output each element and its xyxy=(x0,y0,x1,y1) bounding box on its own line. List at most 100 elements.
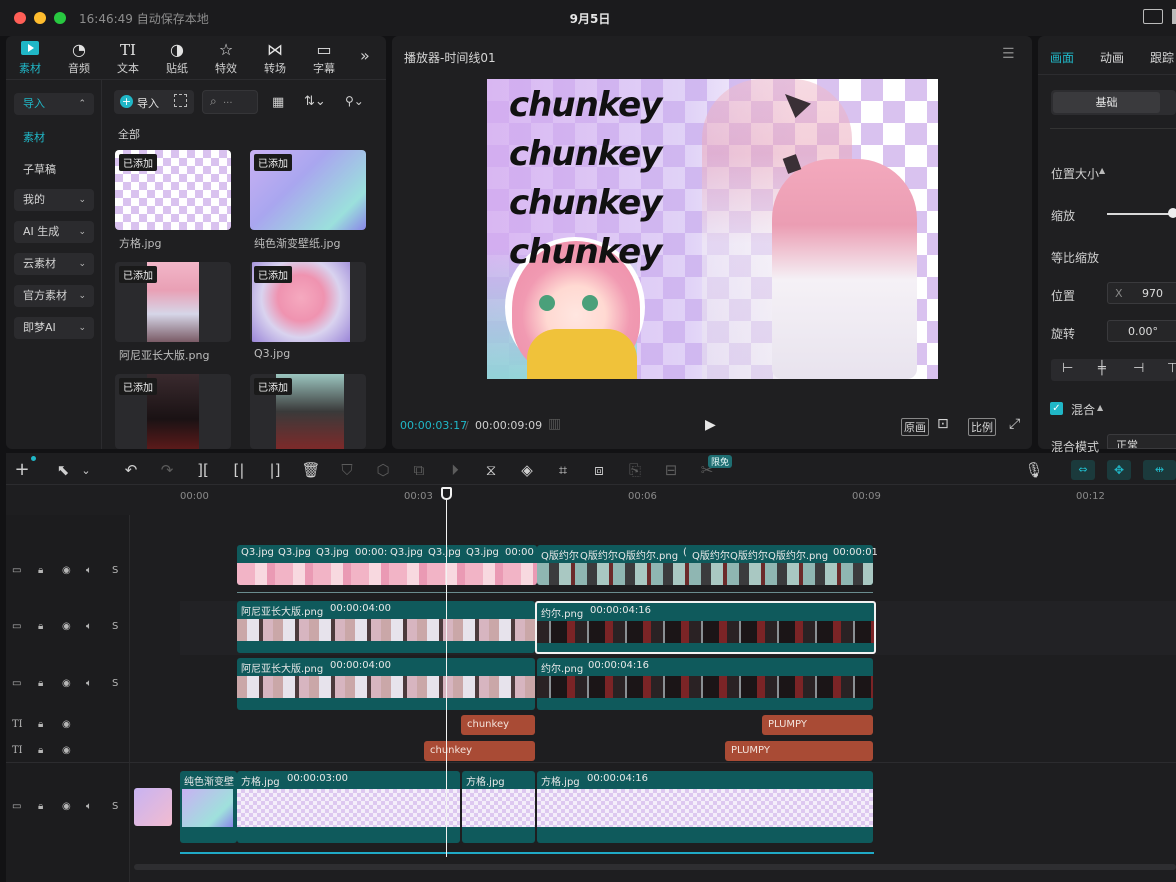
speaker-icon[interactable]: 🔈︎ xyxy=(86,621,92,632)
tab-sticker[interactable]: ◑ 贴纸 xyxy=(155,40,199,76)
eye-icon[interactable]: ◉ xyxy=(62,565,71,576)
tab-effects[interactable]: ☆ 特效 xyxy=(204,40,248,76)
timeline-ruler[interactable] xyxy=(180,488,1176,500)
sidebar-item-subdraft[interactable]: 子草稿 xyxy=(23,161,56,177)
delete-icon[interactable]: 🗑 xyxy=(300,461,322,479)
microphone-icon[interactable]: 🎙 xyxy=(1023,461,1045,479)
snap-toggle-icon[interactable]: ✥ xyxy=(1107,460,1131,480)
text-clip-chunkey[interactable]: chunkey xyxy=(461,715,535,735)
close-window-button[interactable] xyxy=(14,12,26,24)
tab-text[interactable]: TI 文本 xyxy=(106,40,150,76)
tab-transition[interactable]: ⋈ 转场 xyxy=(253,40,297,76)
solo-button[interactable]: S xyxy=(112,565,118,576)
blend-checkbox[interactable]: ✓ xyxy=(1050,402,1063,415)
lock-icon[interactable]: 🔒︎ xyxy=(38,621,43,632)
menu-icon[interactable]: ☰ xyxy=(1002,46,1015,62)
sidebar-item-jimeng[interactable]: 即梦AI ⌄ xyxy=(14,317,94,339)
eye-icon[interactable]: ◉ xyxy=(62,745,71,756)
eye-icon[interactable]: ◉ xyxy=(62,801,71,812)
rotation-field[interactable]: 0.00° xyxy=(1107,320,1176,342)
speaker-icon[interactable]: 🔈︎ xyxy=(86,801,92,812)
text-clip-plumpy[interactable]: PLUMPY xyxy=(762,715,873,735)
text-clip-chunkey-2[interactable]: chunkey xyxy=(424,741,535,761)
clip-anya-adult[interactable]: 阿尼亚长大版.png 00:00:04:00 xyxy=(237,601,535,653)
more-tabs-button[interactable]: » xyxy=(360,46,370,65)
original-quality-button[interactable]: 原画 xyxy=(901,418,929,436)
search-input[interactable]: ⌕ ... xyxy=(202,90,258,114)
eye-icon[interactable]: ◉ xyxy=(62,621,71,632)
view-mode-icon[interactable]: ▦ xyxy=(272,95,284,110)
blend-mode-select[interactable]: 正常 xyxy=(1107,434,1176,449)
chevron-down-icon[interactable]: ⌄ xyxy=(75,464,97,477)
select-tool-icon[interactable]: ⬉ xyxy=(52,461,74,479)
crop-icon[interactable]: ⌗ xyxy=(552,461,574,479)
playhead[interactable] xyxy=(446,491,447,857)
eye-icon[interactable]: ◉ xyxy=(62,719,71,730)
clip-gradient[interactable]: 纯色渐变壁 xyxy=(180,771,237,843)
sidebar-item-import[interactable]: 导入 ⌃ xyxy=(14,93,94,115)
section-position-size[interactable]: 位置大小 xyxy=(1051,165,1099,182)
plus-icon[interactable]: + xyxy=(120,95,133,108)
lock-icon[interactable]: 🔒︎ xyxy=(38,745,43,756)
scale-slider[interactable] xyxy=(1107,213,1176,215)
trim-right-icon[interactable]: |] xyxy=(264,461,286,479)
solo-button[interactable]: S xyxy=(112,678,118,689)
solo-button[interactable]: S xyxy=(112,621,118,632)
subtab-basic[interactable]: 基础 xyxy=(1053,92,1160,113)
speaker-icon[interactable]: 🔈︎ xyxy=(86,565,92,576)
waveform-icon[interactable]: ▥ xyxy=(548,416,561,432)
undo-icon[interactable]: ↶ xyxy=(120,461,142,479)
clip-grid-1[interactable]: 方格.jpg 00:00:03:00 xyxy=(237,771,460,843)
sidebar-item-cloud[interactable]: 云素材 ⌄ xyxy=(14,253,94,275)
keyboard-shortcuts-icon[interactable] xyxy=(1143,9,1163,24)
import-button[interactable]: 导入 xyxy=(137,95,159,111)
filter-icon[interactable]: ⚲⌄ xyxy=(345,94,364,108)
mirror-icon[interactable]: ⧖ xyxy=(480,461,502,479)
clip-yor-2[interactable]: 约尔.png 00:00:04:16 xyxy=(537,658,873,710)
sidebar-item-official[interactable]: 官方素材 ⌄ xyxy=(14,285,94,307)
preview-axis-icon[interactable]: ⇹ xyxy=(1143,460,1176,480)
speaker-icon[interactable]: 🔈︎ xyxy=(86,678,92,689)
align-center-icon[interactable]: ╪ xyxy=(1098,361,1106,376)
lock-icon[interactable]: 🔒︎ xyxy=(38,801,43,812)
solo-button[interactable]: S xyxy=(112,801,118,812)
split-icon[interactable]: ][ xyxy=(192,461,214,479)
play-icon[interactable]: ▶ xyxy=(705,417,716,433)
text-clip-plumpy-2[interactable]: PLUMPY xyxy=(725,741,873,761)
minimize-window-button[interactable] xyxy=(34,12,46,24)
clip-grid-3[interactable]: 方格.jpg 00:00:04:16 xyxy=(537,771,873,843)
add-track-icon[interactable]: + xyxy=(11,459,33,480)
tab-subtitle[interactable]: ▭ 字幕 xyxy=(302,40,346,76)
lock-icon[interactable]: 🔒︎ xyxy=(38,565,43,576)
align-top-icon[interactable]: ⊤ xyxy=(1167,361,1176,376)
sidebar-item-media[interactable]: 素材 xyxy=(23,129,45,145)
replace-icon[interactable]: ⧈ xyxy=(588,461,610,479)
link-toggle-icon[interactable]: ⇔ xyxy=(1071,460,1095,480)
tab-audio[interactable]: ◔ 音频 xyxy=(57,40,101,76)
preview-canvas[interactable]: chunkey chunkey chunkey chunkey xyxy=(487,79,938,379)
grid-select-icon[interactable] xyxy=(174,94,187,107)
align-right-icon[interactable]: ⊣ xyxy=(1133,361,1144,376)
trim-left-icon[interactable]: [| xyxy=(228,461,250,479)
media-item-yor-png[interactable]: 已添加 xyxy=(115,374,231,449)
cover-thumbnail[interactable] xyxy=(134,788,172,826)
rotate-icon[interactable]: ◈ xyxy=(516,461,538,479)
eye-icon[interactable]: ◉ xyxy=(62,678,71,689)
media-item-gradient-jpg[interactable]: 已添加 xyxy=(250,150,366,230)
tab-media[interactable]: 素材 xyxy=(8,40,52,76)
tab-tracking[interactable]: 跟踪 xyxy=(1150,49,1174,66)
clip-yor-selected[interactable]: 约尔.png 00:00:04:16 xyxy=(535,601,876,654)
sidebar-item-mine[interactable]: 我的 ⌄ xyxy=(14,189,94,211)
align-left-icon[interactable]: ⊢ xyxy=(1062,361,1073,376)
scale-slider-handle[interactable] xyxy=(1168,208,1176,218)
layout-icon[interactable] xyxy=(1172,9,1176,24)
fit-icon[interactable]: ⊡ xyxy=(937,416,949,432)
aspect-ratio-button[interactable]: 比例 xyxy=(968,418,996,436)
media-item-grid-jpg[interactable]: 已添加 xyxy=(115,150,231,230)
lock-icon[interactable]: 🔒︎ xyxy=(38,678,43,689)
position-x-field[interactable]: X 970 xyxy=(1107,282,1176,304)
clip-grid-2[interactable]: 方格.jpg xyxy=(462,771,535,843)
media-item-q-yor-png[interactable]: 已添加 xyxy=(250,374,366,449)
fullscreen-icon[interactable]: ⤢ xyxy=(1009,416,1020,432)
tab-animation[interactable]: 动画 xyxy=(1100,49,1124,66)
